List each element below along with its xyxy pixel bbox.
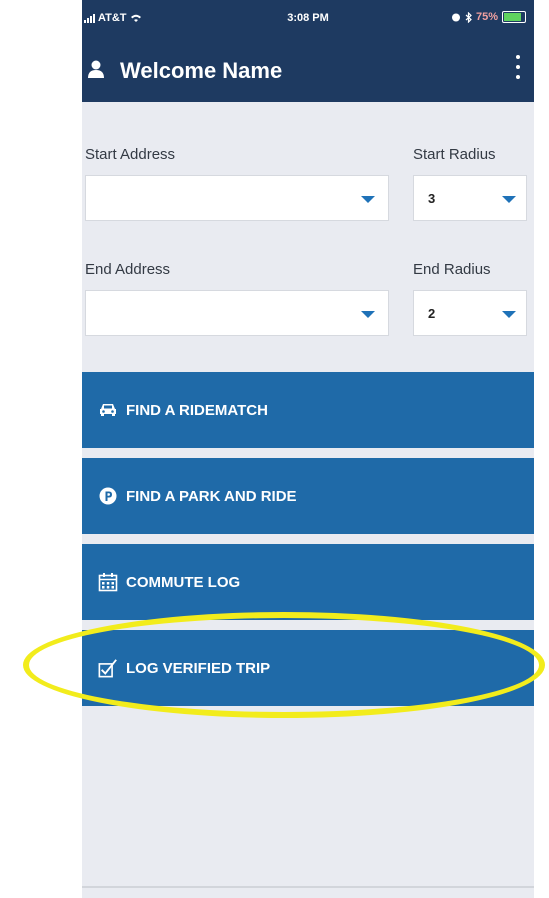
checkbox-icon xyxy=(98,658,118,678)
end-radius-label: End Radius xyxy=(413,261,491,278)
find-park-and-ride-button[interactable]: FIND A PARK AND RIDE xyxy=(82,458,534,534)
log-verified-trip-label: LOG VERIFIED TRIP xyxy=(126,659,271,677)
end-radius-value: 2 xyxy=(428,306,436,321)
alarm-icon xyxy=(451,13,460,22)
calendar-icon xyxy=(98,572,118,592)
divider xyxy=(82,886,534,888)
start-radius-select[interactable]: 3 xyxy=(413,175,527,221)
log-verified-trip-button[interactable]: LOG VERIFIED TRIP xyxy=(82,630,534,706)
chevron-down-icon xyxy=(361,311,375,318)
start-address-select[interactable] xyxy=(85,175,389,221)
find-ridematch-button[interactable]: FIND A RIDEMATCH xyxy=(82,372,534,448)
end-radius-select[interactable]: 2 xyxy=(413,290,527,336)
commute-log-button[interactable]: COMMUTE LOG xyxy=(82,544,534,620)
chevron-down-icon xyxy=(502,311,516,318)
kebab-menu-icon[interactable] xyxy=(512,52,524,82)
battery-icon xyxy=(502,11,526,23)
commute-log-label: COMMUTE LOG xyxy=(126,573,241,591)
start-address-label: Start Address xyxy=(85,146,176,163)
phone-screen: AT&T 3:08 PM 75% Welcome Name Start Addr… xyxy=(82,0,534,898)
battery-percent: 75% xyxy=(475,11,498,23)
page-title: Welcome Name xyxy=(120,58,283,83)
status-bar: AT&T 3:08 PM 75% xyxy=(82,0,534,38)
chevron-down-icon xyxy=(361,196,375,203)
start-radius-value: 3 xyxy=(428,191,436,206)
app-header: Welcome Name xyxy=(82,38,534,102)
status-right: 75% xyxy=(451,11,526,23)
user-icon xyxy=(88,60,104,78)
start-radius-label: Start Radius xyxy=(413,146,496,163)
car-icon xyxy=(98,400,118,420)
find-park-and-ride-label: FIND A PARK AND RIDE xyxy=(126,487,297,505)
end-address-label: End Address xyxy=(85,261,171,278)
chevron-down-icon xyxy=(502,196,516,203)
parking-icon xyxy=(98,486,118,506)
end-address-select[interactable] xyxy=(85,290,389,336)
find-ridematch-label: FIND A RIDEMATCH xyxy=(126,401,268,419)
bluetooth-icon xyxy=(465,11,472,23)
